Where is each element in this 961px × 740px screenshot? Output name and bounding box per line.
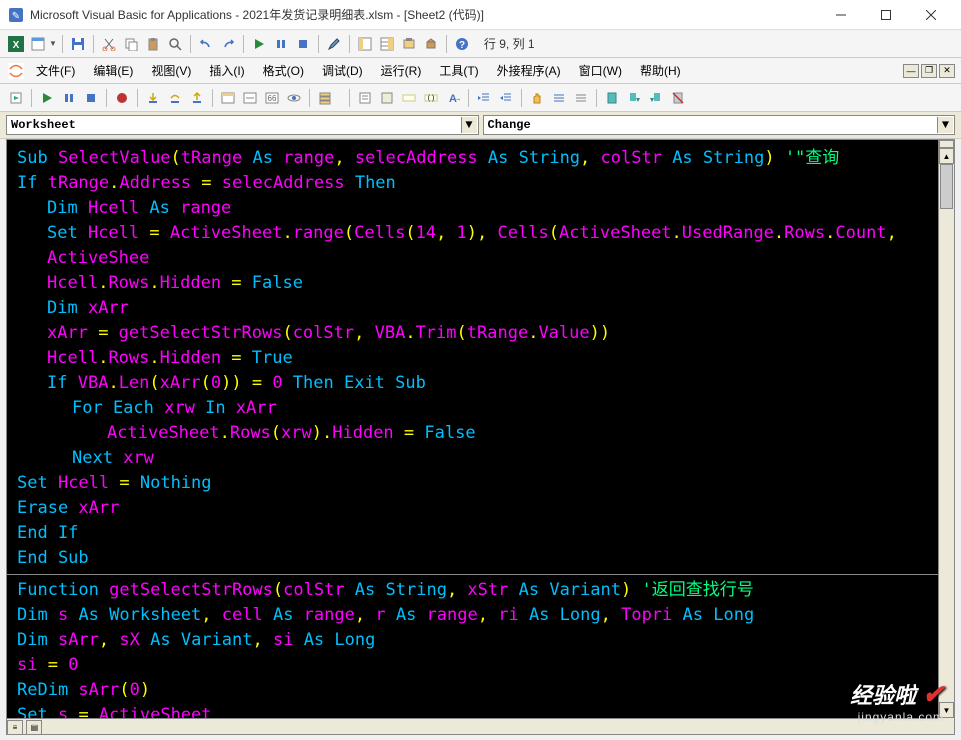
object-combo[interactable]: Worksheet ▼ — [6, 115, 479, 135]
undo-icon[interactable] — [196, 34, 216, 54]
debug-toolbar: 66 ( ) A⇥ — [0, 84, 961, 112]
menu-window[interactable]: 窗口(W) — [571, 58, 630, 83]
complete-word-icon[interactable]: A⇥ — [443, 88, 463, 108]
project-explorer-icon[interactable] — [355, 34, 375, 54]
svg-text:66: 66 — [268, 94, 277, 103]
reset-icon-2[interactable] — [81, 88, 101, 108]
svg-text:⇥: ⇥ — [456, 95, 460, 104]
paste-icon[interactable] — [143, 34, 163, 54]
code-content[interactable]: Sub SelectValue(tRange As range, selecAd… — [7, 140, 954, 735]
watermark: 经验啦 ✔ jingyanla.com — [850, 678, 944, 724]
mdi-close-button[interactable]: ✕ — [939, 64, 955, 78]
break-icon[interactable] — [271, 34, 291, 54]
code-editor[interactable]: Sub SelectValue(tRange As range, selecAd… — [6, 139, 955, 735]
indent-icon[interactable] — [474, 88, 494, 108]
menu-insert[interactable]: 插入(I) — [201, 58, 252, 83]
object-browser-icon[interactable] — [399, 34, 419, 54]
chevron-down-icon[interactable]: ▼ — [937, 117, 953, 133]
scroll-up-button[interactable]: ▲ — [939, 148, 954, 164]
menu-bar: 文件(F) 编辑(E) 视图(V) 插入(I) 格式(O) 调试(D) 运行(R… — [0, 58, 961, 84]
menu-format[interactable]: 格式(O) — [255, 58, 312, 83]
split-handle[interactable] — [939, 140, 954, 148]
bookmark-next-icon[interactable] — [624, 88, 644, 108]
scroll-thumb[interactable] — [940, 164, 953, 209]
mdi-minimize-button[interactable]: — — [903, 64, 919, 78]
bookmark-prev-icon[interactable] — [646, 88, 666, 108]
outdent-icon[interactable] — [496, 88, 516, 108]
svg-text:?: ? — [459, 40, 465, 51]
horizontal-scrollbar[interactable]: ≡ ▤ — [7, 718, 938, 734]
toolbox-icon[interactable] — [421, 34, 441, 54]
proc-view-button[interactable]: ≡ — [7, 720, 23, 736]
vba-icon[interactable] — [6, 61, 26, 81]
menu-file[interactable]: 文件(F) — [28, 58, 83, 83]
cursor-position: 行 9, 列 1 — [484, 35, 535, 52]
svg-text:✎: ✎ — [12, 11, 20, 22]
quick-watch-icon[interactable] — [284, 88, 304, 108]
compile-icon[interactable] — [6, 88, 26, 108]
breakpoint-hand-icon[interactable] — [527, 88, 547, 108]
run-icon-2[interactable] — [37, 88, 57, 108]
menu-tools[interactable]: 工具(T) — [431, 58, 486, 83]
immediate-window-icon[interactable] — [240, 88, 260, 108]
toggle-breakpoint-icon[interactable] — [112, 88, 132, 108]
menu-addins[interactable]: 外接程序(A) — [489, 58, 569, 83]
mdi-restore-button[interactable]: ❐ — [921, 64, 937, 78]
reset-icon[interactable] — [293, 34, 313, 54]
menu-run[interactable]: 运行(R) — [373, 58, 430, 83]
call-stack-icon[interactable] — [315, 88, 335, 108]
title-bar: ✎ Microsoft Visual Basic for Application… — [0, 0, 961, 30]
parameter-info-icon[interactable]: ( ) — [421, 88, 441, 108]
cut-icon[interactable] — [99, 34, 119, 54]
close-button[interactable] — [908, 0, 953, 30]
bookmark-clear-icon[interactable] — [668, 88, 688, 108]
excel-icon[interactable]: X — [6, 34, 26, 54]
menu-edit[interactable]: 编辑(E) — [85, 58, 141, 83]
insert-module-icon[interactable] — [28, 34, 48, 54]
svg-text:X: X — [13, 40, 20, 51]
help-icon[interactable]: ? — [452, 34, 472, 54]
find-icon[interactable] — [165, 34, 185, 54]
copy-icon[interactable] — [121, 34, 141, 54]
procedure-combo[interactable]: Change ▼ — [483, 115, 956, 135]
comment-block-icon[interactable] — [549, 88, 569, 108]
menu-help[interactable]: 帮助(H) — [632, 58, 689, 83]
minimize-button[interactable] — [818, 0, 863, 30]
list-properties-icon[interactable] — [355, 88, 375, 108]
quick-info-icon[interactable] — [399, 88, 419, 108]
app-icon: ✎ — [8, 7, 24, 23]
procedure-combo-value: Change — [488, 118, 531, 132]
dropdown-icon[interactable]: ▼ — [49, 39, 57, 48]
vertical-scrollbar[interactable]: ▲ ▼ — [938, 140, 954, 718]
bookmark-toggle-icon[interactable] — [602, 88, 622, 108]
menu-debug[interactable]: 调试(D) — [314, 58, 371, 83]
step-out-icon[interactable] — [187, 88, 207, 108]
standard-toolbar: X ▼ ? 行 9, 列 1 — [0, 30, 961, 58]
maximize-button[interactable] — [863, 0, 908, 30]
full-view-button[interactable]: ▤ — [26, 720, 42, 736]
watch-window-icon[interactable]: 66 — [262, 88, 282, 108]
properties-icon[interactable] — [377, 34, 397, 54]
locals-window-icon[interactable] — [218, 88, 238, 108]
check-icon: ✔ — [922, 679, 944, 709]
redo-icon[interactable] — [218, 34, 238, 54]
step-over-icon[interactable] — [165, 88, 185, 108]
break-icon-2[interactable] — [59, 88, 79, 108]
svg-text:( ): ( ) — [428, 95, 435, 102]
object-combo-value: Worksheet — [11, 118, 76, 132]
run-icon[interactable] — [249, 34, 269, 54]
uncomment-block-icon[interactable] — [571, 88, 591, 108]
code-pane-header: Worksheet ▼ Change ▼ — [0, 112, 961, 139]
window-title: Microsoft Visual Basic for Applications … — [30, 6, 818, 23]
design-mode-icon[interactable] — [324, 34, 344, 54]
save-icon[interactable] — [68, 34, 88, 54]
list-constants-icon[interactable] — [377, 88, 397, 108]
menu-view[interactable]: 视图(V) — [143, 58, 199, 83]
chevron-down-icon[interactable]: ▼ — [461, 117, 477, 133]
step-into-icon[interactable] — [143, 88, 163, 108]
